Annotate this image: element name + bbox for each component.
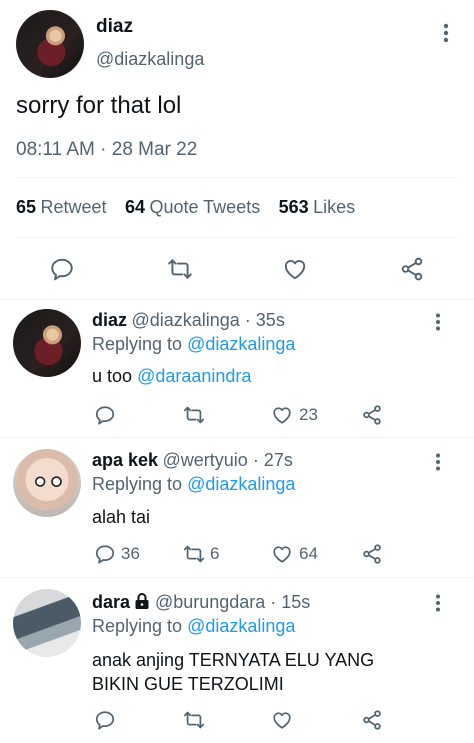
avatar[interactable] xyxy=(16,10,84,78)
reply-count: 36 xyxy=(121,544,140,563)
likes-label: Likes xyxy=(313,197,356,217)
replying-to: Replying to @diazkalinga xyxy=(92,474,295,495)
heart-icon[interactable] xyxy=(271,404,293,426)
likes-stat[interactable]: 563 Likes xyxy=(278,197,356,217)
heart-icon[interactable] xyxy=(271,709,293,731)
avatar[interactable] xyxy=(13,449,81,517)
reply-author-handle[interactable]: @diazkalinga · 35s xyxy=(131,310,284,330)
avatar[interactable] xyxy=(13,309,81,377)
divider xyxy=(0,299,474,300)
more-vertical-icon[interactable] xyxy=(436,22,456,44)
share-icon[interactable] xyxy=(361,404,383,426)
share-icon[interactable] xyxy=(361,709,383,731)
reply-icon[interactable] xyxy=(94,404,116,426)
reply-icon[interactable] xyxy=(94,543,116,565)
tweet-text: sorry for that lol xyxy=(16,92,182,119)
divider xyxy=(16,237,458,238)
like-count: 64 xyxy=(299,544,318,563)
reply-text: alah tai xyxy=(92,507,151,527)
replying-to-label: Replying to xyxy=(92,616,183,636)
retweet-icon[interactable] xyxy=(182,543,206,565)
divider xyxy=(16,177,458,178)
quote-stat[interactable]: 64 Quote Tweets xyxy=(124,197,261,217)
more-vertical-icon[interactable] xyxy=(428,452,448,472)
replying-to-handle[interactable]: @diazkalinga xyxy=(187,334,295,354)
mention-link[interactable]: @daraanindra xyxy=(137,366,251,386)
reply-header: diaz @diazkalinga · 35s xyxy=(92,310,285,331)
reply-author-name[interactable]: dara xyxy=(92,592,130,612)
reply-icon[interactable] xyxy=(94,709,116,731)
reply-author-name[interactable]: diaz xyxy=(92,310,127,330)
author-handle[interactable]: @diazkalinga xyxy=(96,49,204,70)
reply-author-name[interactable]: apa kek xyxy=(92,450,158,470)
like-count: 23 xyxy=(299,405,318,424)
replying-to-handle[interactable]: @diazkalinga xyxy=(187,616,295,636)
retweet-icon[interactable] xyxy=(182,404,206,426)
replying-to-label: Replying to xyxy=(92,474,183,494)
reply-author-handle[interactable]: @burungdara · 15s xyxy=(155,592,310,612)
likes-count: 563 xyxy=(278,197,309,217)
reply-icon[interactable] xyxy=(49,256,75,282)
retweet-count: 6 xyxy=(210,544,220,563)
share-icon[interactable] xyxy=(399,256,425,282)
reply-author-handle[interactable]: @wertyuio · 27s xyxy=(163,450,293,470)
divider xyxy=(0,437,474,438)
divider xyxy=(0,577,474,578)
replying-to-label: Replying to xyxy=(92,334,183,354)
replying-to: Replying to @diazkalinga xyxy=(92,616,295,637)
retweet-label: Retweet xyxy=(40,197,107,217)
replying-to: Replying to @diazkalinga xyxy=(92,334,295,355)
retweet-icon[interactable] xyxy=(166,256,194,282)
retweet-count: 65 xyxy=(16,197,37,217)
heart-icon[interactable] xyxy=(282,256,308,282)
reply-text: u too @daraanindra xyxy=(92,366,251,387)
more-vertical-icon[interactable] xyxy=(428,312,448,332)
more-vertical-icon[interactable] xyxy=(428,593,448,613)
retweet-stat[interactable]: 65 Retweet xyxy=(16,197,107,217)
heart-icon[interactable] xyxy=(271,543,293,565)
replying-to-handle[interactable]: @diazkalinga xyxy=(187,474,295,494)
retweet-icon[interactable] xyxy=(182,709,206,731)
tweet-stats: 65 Retweet 64 Quote Tweets 563 Likes xyxy=(16,197,355,218)
reply-text: anak anjing TERNYATA ELU YANG BIKIN GUE … xyxy=(92,650,375,694)
reply-text-prefix: u too xyxy=(92,366,133,386)
reply-header: apa kek @wertyuio · 27s xyxy=(92,450,293,471)
tweet-timestamp[interactable]: 08:11 AM · 28 Mar 22 xyxy=(16,139,197,161)
quote-label: Quote Tweets xyxy=(149,197,261,217)
reply-header: dara @burungdara · 15s xyxy=(92,592,310,613)
author-name[interactable]: diaz xyxy=(96,16,133,38)
lock-icon xyxy=(134,592,150,610)
avatar[interactable] xyxy=(13,589,81,657)
quote-count: 64 xyxy=(124,197,146,217)
share-icon[interactable] xyxy=(361,543,383,565)
